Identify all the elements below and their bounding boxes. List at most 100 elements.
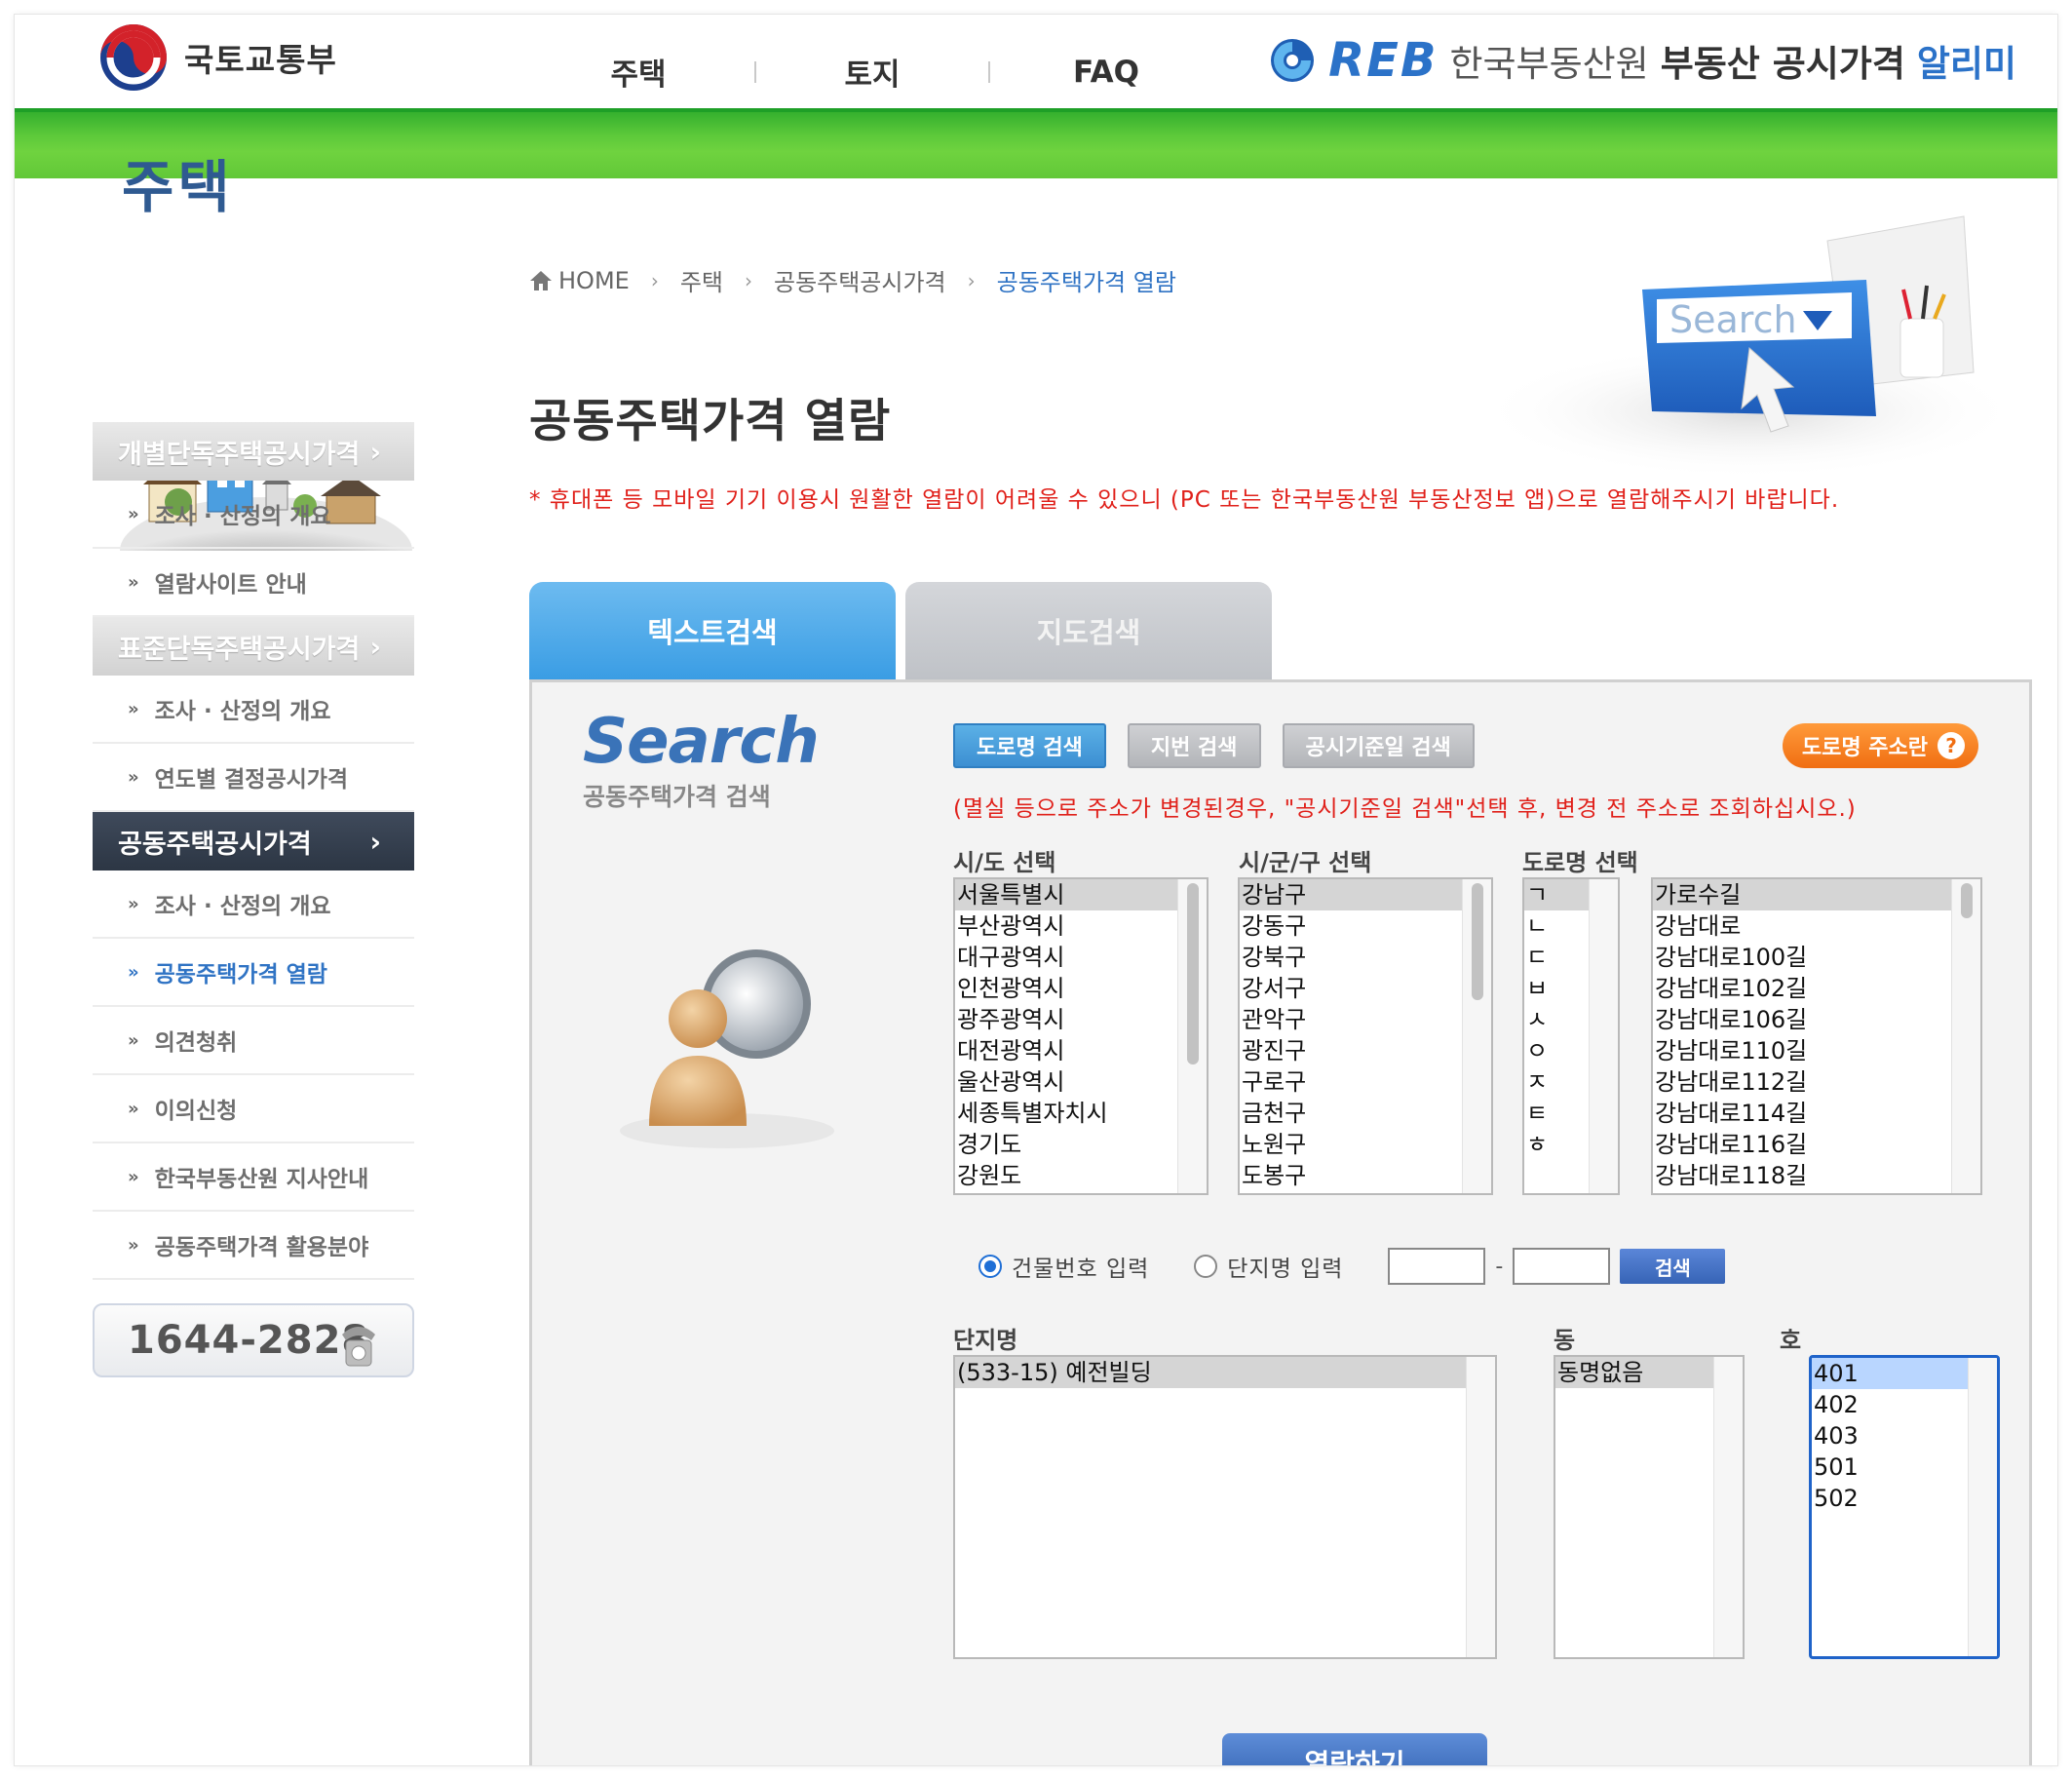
sido-option[interactable]: 인천광역시: [955, 973, 1207, 1004]
ho-select[interactable]: 401 402 403 501 502: [1809, 1355, 2000, 1659]
sidebar-item-label: 한국부동산원 지사안내: [154, 1167, 369, 1192]
nav-divider: [988, 60, 990, 83]
sido-option[interactable]: 대구광역시: [955, 942, 1207, 973]
building-search-button[interactable]: 검색: [1620, 1249, 1726, 1284]
site-header: 국토교통부 주택 토지 FAQ REB 한국부동산원 부동산 공시가격 알리미: [15, 15, 2057, 108]
sidebar-section-apartment[interactable]: 공동주택공시가격 ›: [93, 812, 414, 871]
building-number-radio[interactable]: [978, 1255, 1002, 1278]
road-name-option[interactable]: 강남대로102길: [1653, 973, 1980, 1004]
sigungu-select[interactable]: 강남구 강동구 강북구 강서구 관악구 광진구 구로구 금천구 노원구 도봉구: [1238, 877, 1493, 1195]
road-name-option[interactable]: 강남대로118길: [1653, 1160, 1980, 1191]
sido-option[interactable]: 세종특별자치시: [955, 1098, 1207, 1129]
sidebar-item-usage-fields[interactable]: » 공동주택가격 활용분야: [93, 1212, 414, 1280]
ministry-logo-link[interactable]: 국토교통부: [96, 19, 337, 97]
road-name-option[interactable]: 강남대로110길: [1653, 1035, 1980, 1066]
sidebar-item-branch-guide[interactable]: » 한국부동산원 지사안내: [93, 1143, 414, 1212]
top-nav-faq[interactable]: FAQ: [1028, 55, 1184, 90]
sigungu-option[interactable]: 노원구: [1240, 1129, 1491, 1160]
search-method-row: 건물번호 입력 단지명 입력 - 검색: [978, 1248, 1726, 1285]
sidebar-item-survey-overview[interactable]: » 조사 · 산정의 개요: [93, 481, 414, 549]
sidebar-item-survey-overview[interactable]: » 조사 · 산정의 개요: [93, 871, 414, 939]
scrollbar[interactable]: [1177, 879, 1207, 1193]
tab-text-search[interactable]: 텍스트검색: [529, 582, 896, 679]
dong-label: 동: [1554, 1327, 1576, 1354]
building-sub-number-input[interactable]: [1513, 1248, 1611, 1285]
building-number-radio-label[interactable]: 건물번호 입력: [1012, 1250, 1149, 1283]
breadcrumb-housing[interactable]: 주택: [680, 263, 723, 297]
complex-option[interactable]: (533-15) 예전빌딩: [955, 1357, 1495, 1388]
sidebar-item-yearly-prices[interactable]: » 연도별 결정공시가격: [93, 744, 414, 812]
sigungu-option[interactable]: 강서구: [1240, 973, 1491, 1004]
sigungu-option[interactable]: 관악구: [1240, 1004, 1491, 1035]
scrollbar-thumb[interactable]: [1472, 883, 1483, 1000]
road-name-option[interactable]: 강남대로106길: [1653, 1004, 1980, 1035]
scrollbar[interactable]: [1466, 1357, 1495, 1657]
complex-select[interactable]: (533-15) 예전빌딩: [953, 1355, 1497, 1659]
road-name-option[interactable]: 강남대로112길: [1653, 1066, 1980, 1098]
scrollbar[interactable]: [1462, 879, 1491, 1193]
number-dash: -: [1495, 1254, 1504, 1279]
sido-option[interactable]: 광주광역시: [955, 1004, 1207, 1035]
sigungu-option[interactable]: 구로구: [1240, 1066, 1491, 1098]
breadcrumb-current: 공동주택가격 열람: [996, 269, 1176, 296]
view-price-button[interactable]: 열람하기: [1222, 1733, 1487, 1765]
chevron-right-icon: ›: [369, 631, 381, 663]
road-address-help-button[interactable]: 도로명 주소란 ?: [1782, 723, 1978, 768]
dong-select[interactable]: 동명없음: [1554, 1355, 1745, 1659]
double-chevron-icon: »: [128, 571, 139, 593]
top-nav-housing[interactable]: 주택: [560, 50, 716, 94]
scrollbar-thumb[interactable]: [1961, 883, 1973, 918]
top-nav-land[interactable]: 토지: [794, 50, 950, 94]
sidebar-section-label: 공동주택공시가격: [118, 829, 312, 860]
sidebar-item-site-guide[interactable]: » 열람사이트 안내: [93, 549, 414, 617]
road-name-option[interactable]: 강남대로116길: [1653, 1129, 1980, 1160]
sido-select[interactable]: 서울특별시 부산광역시 대구광역시 인천광역시 광주광역시 대전광역시 울산광역시 세종특별자…: [953, 877, 1209, 1195]
scrollbar[interactable]: [1713, 1357, 1743, 1657]
sido-option[interactable]: 대전광역시: [955, 1035, 1207, 1066]
sidebar-item-label: 공동주택가격 열람: [154, 962, 327, 987]
sido-option[interactable]: 경기도: [955, 1129, 1207, 1160]
scrollbar-thumb[interactable]: [1187, 883, 1199, 1064]
road-name-option[interactable]: 강남대로114길: [1653, 1098, 1980, 1129]
home-icon: [530, 270, 552, 290]
phone-banner[interactable]: 1644-2828: [93, 1303, 414, 1377]
sidebar-section-individual-house[interactable]: 개별단독주택공시가격 ›: [93, 422, 414, 481]
tab-road-name-search[interactable]: 도로명 검색: [953, 723, 1106, 768]
sidebar-item-label: 공동주택가격 활용분야: [154, 1235, 369, 1260]
sidebar-item-objection[interactable]: » 이의신청: [93, 1075, 414, 1143]
tab-lot-number-search[interactable]: 지번 검색: [1127, 723, 1261, 768]
sidebar-item-opinion[interactable]: » 의견청취: [93, 1007, 414, 1075]
sido-option[interactable]: 부산광역시: [955, 910, 1207, 942]
complex-name-radio-label[interactable]: 단지명 입력: [1227, 1250, 1343, 1283]
sidebar-item-survey-overview[interactable]: » 조사 · 산정의 개요: [93, 676, 414, 744]
breadcrumb-apartment-price[interactable]: 공동주택공시가격: [774, 263, 946, 297]
road-name-option[interactable]: 강남대로100길: [1653, 942, 1980, 973]
taegeuk-logo-icon: [100, 24, 167, 91]
road-name-option[interactable]: 가로수길: [1653, 879, 1980, 910]
sigungu-option[interactable]: 광진구: [1240, 1035, 1491, 1066]
sigungu-option[interactable]: 강동구: [1240, 910, 1491, 942]
brand-logo-link[interactable]: REB 한국부동산원 부동산 공시가격 알리미: [1268, 26, 2016, 95]
road-name-option[interactable]: 강남대로: [1653, 910, 1980, 942]
sidebar-item-apartment-price-view[interactable]: » 공동주택가격 열람: [93, 939, 414, 1007]
complex-name-radio[interactable]: [1194, 1255, 1218, 1278]
tab-base-date-search[interactable]: 공시기준일 검색: [1282, 723, 1475, 768]
sido-option[interactable]: 서울특별시: [955, 879, 1207, 910]
scrollbar[interactable]: [1968, 1358, 1997, 1656]
scrollbar[interactable]: [1951, 879, 1980, 1193]
sidebar-section-standard-house[interactable]: 표준단독주택공시가격 ›: [93, 617, 414, 676]
breadcrumb-separator-icon: ›: [744, 268, 752, 292]
sido-option[interactable]: 강원도: [955, 1160, 1207, 1191]
building-main-number-input[interactable]: [1388, 1248, 1486, 1285]
tab-map-search[interactable]: 지도검색: [905, 582, 1272, 679]
sido-option[interactable]: 울산광역시: [955, 1066, 1207, 1098]
sigungu-option[interactable]: 도봉구: [1240, 1160, 1491, 1191]
road-name-select[interactable]: 가로수길 강남대로 강남대로100길 강남대로102길 강남대로106길 강남대로110길…: [1651, 877, 1982, 1195]
breadcrumb-home[interactable]: HOME: [558, 267, 630, 294]
sigungu-option[interactable]: 강남구: [1240, 879, 1491, 910]
sigungu-option[interactable]: 강북구: [1240, 942, 1491, 973]
sigungu-option[interactable]: 금천구: [1240, 1098, 1491, 1129]
scrollbar[interactable]: [1589, 879, 1618, 1193]
road-initial-select[interactable]: ㄱㄴㄷㅂㅅㅇㅈㅌㅎ: [1522, 877, 1620, 1195]
search-logo-title: Search: [583, 706, 820, 778]
